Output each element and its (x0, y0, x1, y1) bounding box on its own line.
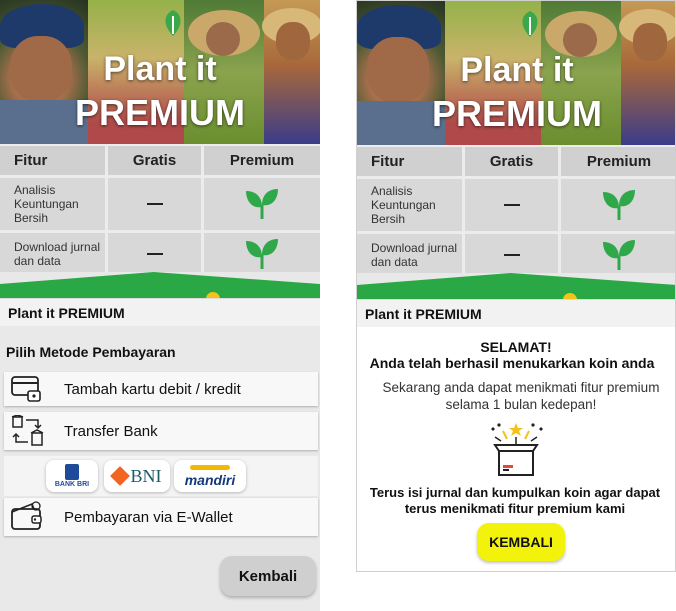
table-row: Download jurnal dan data (0, 233, 320, 277)
kembali-button[interactable]: KEMBALI (477, 523, 565, 561)
mandiri-label: mandiri (184, 471, 236, 488)
success-screen: Plant it PREMIUM Fitur Gratis Premium An… (356, 0, 676, 572)
bank-transfer-label: Transfer Bank (64, 422, 158, 440)
success-card: SELAMAT! Anda telah berhasil menukarkan … (357, 327, 675, 571)
bri-logo-icon (65, 464, 79, 480)
credit-card-icon (11, 376, 41, 402)
table-row: Analisis Keuntungan Bersih (0, 178, 320, 233)
bni-logo-icon (109, 466, 130, 486)
sprout-icon (246, 238, 278, 269)
hero-title-line2: PREMIUM (432, 93, 602, 134)
hero-title-line1: Plant it (460, 51, 574, 89)
premium-info: Sekarang anda dapat menikmati fitur prem… (382, 380, 660, 412)
dash-icon (146, 252, 163, 255)
congrats-title: SELAMAT! (480, 339, 552, 355)
bank-bni-button[interactable]: BNI (104, 460, 170, 492)
feature-label: Download jurnal dan data (371, 240, 458, 269)
table-header: Fitur Gratis Premium (0, 146, 320, 178)
table-row: Download jurnal dan data (357, 234, 675, 278)
dash-icon (503, 204, 520, 206)
header-fitur: Fitur (0, 146, 108, 175)
bri-label: BANK BRI (54, 481, 90, 488)
add-card-label: Tambah kartu debit / kredit (64, 380, 241, 398)
header-premium: Premium (586, 153, 652, 170)
feature-table: Fitur Gratis Premium Analisis Keuntungan… (0, 146, 320, 277)
sprout-icon (603, 239, 635, 270)
app-logo-icon (522, 11, 538, 37)
hero-banner: Plant it PREMIUM (0, 0, 320, 144)
ewallet-button[interactable]: Pembayaran via E-Wallet (4, 498, 318, 536)
sprout-icon (603, 190, 635, 220)
bank-bri-button[interactable]: BANK BRI (46, 460, 98, 492)
wallet-icon (11, 501, 42, 530)
sheet-title: Plant it PREMIUM (0, 298, 320, 326)
gift-box-icon (491, 423, 543, 476)
header-gratis: Gratis (465, 147, 561, 176)
header-gratis: Gratis (108, 146, 204, 175)
keep-earning-message: Terus isi jurnal dan kumpulkan koin agar… (369, 485, 661, 516)
sheet-title: Plant it PREMIUM (357, 299, 675, 327)
mandiri-logo-icon (190, 464, 230, 470)
feature-label: Analisis Keuntungan Bersih (371, 184, 436, 226)
bni-label: BNI (130, 465, 162, 486)
hero-title-line1: Plant it (103, 50, 217, 88)
hero-banner: Plant it PREMIUM (357, 1, 675, 145)
table-header: Fitur Gratis Premium (357, 147, 675, 179)
bank-mandiri-button[interactable]: mandiri (174, 460, 246, 492)
feature-table: Fitur Gratis Premium Analisis Keuntungan… (357, 147, 675, 278)
dash-icon (503, 253, 520, 256)
header-fitur: Fitur (357, 147, 465, 176)
back-button[interactable]: Kembali (220, 556, 316, 596)
ewallet-label: Pembayaran via E-Wallet (64, 508, 233, 526)
dash-icon (146, 203, 163, 205)
feature-label: Analisis Keuntungan Bersih (14, 183, 79, 225)
table-row: Analisis Keuntungan Bersih (357, 179, 675, 234)
add-card-button[interactable]: Tambah kartu debit / kredit (4, 372, 318, 406)
payment-methods-title: Pilih Metode Pembayaran (6, 344, 176, 360)
bank-transfer-icon (11, 415, 44, 446)
header-premium: Premium (229, 152, 295, 169)
payment-screen: Plant it PREMIUM Fitur Gratis Premium An… (0, 0, 320, 611)
success-message: Anda telah berhasil menukarkan koin anda (369, 355, 655, 371)
bank-options: BANK BRI BNI mandiri (4, 456, 318, 496)
hero-title-line2: PREMIUM (75, 92, 245, 133)
app-logo-icon (165, 10, 181, 36)
feature-label: Download jurnal dan data (14, 239, 101, 268)
sprout-icon (246, 189, 278, 219)
bank-transfer-button[interactable]: Transfer Bank (4, 412, 318, 450)
